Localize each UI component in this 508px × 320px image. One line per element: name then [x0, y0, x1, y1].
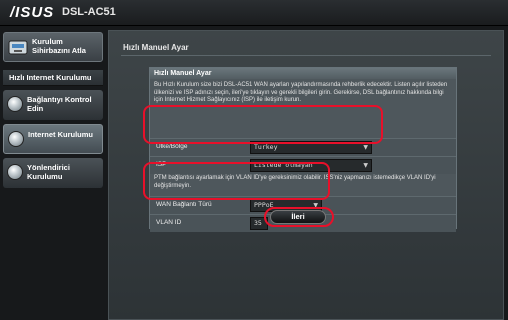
globe-icon [8, 131, 24, 147]
globe-icon [7, 96, 23, 112]
panel-title: Hızlı Manuel Ayar [150, 68, 456, 79]
sidebar-item-check-connection[interactable]: Bağlantıyı Kontrol Edin [3, 90, 103, 120]
sidebar-item-internet-setup[interactable]: Internet Kurulumu [3, 124, 103, 154]
country-value: Turkey [254, 143, 278, 151]
top-bar: /ISUS DSL-AC51 [0, 0, 508, 26]
highlight-wan-vlan [143, 162, 330, 200]
panel-description: Bu Hızlı Kurulum size bizi DSL-AC51 WAN … [154, 82, 448, 103]
title-divider [121, 55, 491, 56]
page-title: Hızlı Manuel Ayar [123, 43, 189, 52]
wan-type-label: WAN Bağlantı Türü [156, 201, 212, 208]
globe-icon [7, 164, 23, 180]
skip-wizard-button[interactable]: Kurulum Sihirbazını Atla [3, 32, 103, 62]
model-name: DSL-AC51 [62, 6, 116, 18]
vlan-value: 35 [254, 219, 262, 227]
country-label: Ülke/Bölge [156, 143, 188, 150]
sidebar-item-label: Internet Kurulumu [28, 130, 93, 139]
chevron-down-icon: ▼ [363, 162, 368, 169]
skip-wizard-label: Kurulum Sihirbazını Atla [32, 37, 86, 55]
sidebar: Kurulum Sihirbazını Atla Hızlı Internet … [0, 28, 106, 320]
next-button[interactable]: İleri [270, 210, 326, 224]
highlight-country-isp [143, 105, 383, 144]
vlan-label: VLAN ID [156, 219, 182, 226]
sidebar-item-label: Yönlendirici Kurulumu [27, 163, 70, 181]
sidebar-item-label: Bağlantıyı Kontrol Edin [27, 95, 92, 113]
sidebar-section-title: Hızlı Internet Kurulumu [3, 70, 103, 86]
settings-panel: Hızlı Manuel Ayar Bu Hızlı Kurulum size … [149, 67, 457, 232]
chevron-down-icon: ▼ [363, 144, 368, 151]
asus-logo: /ISUS [10, 4, 55, 21]
wizard-icon [8, 40, 28, 55]
sidebar-item-router-setup[interactable]: Yönlendirici Kurulumu [3, 158, 103, 188]
